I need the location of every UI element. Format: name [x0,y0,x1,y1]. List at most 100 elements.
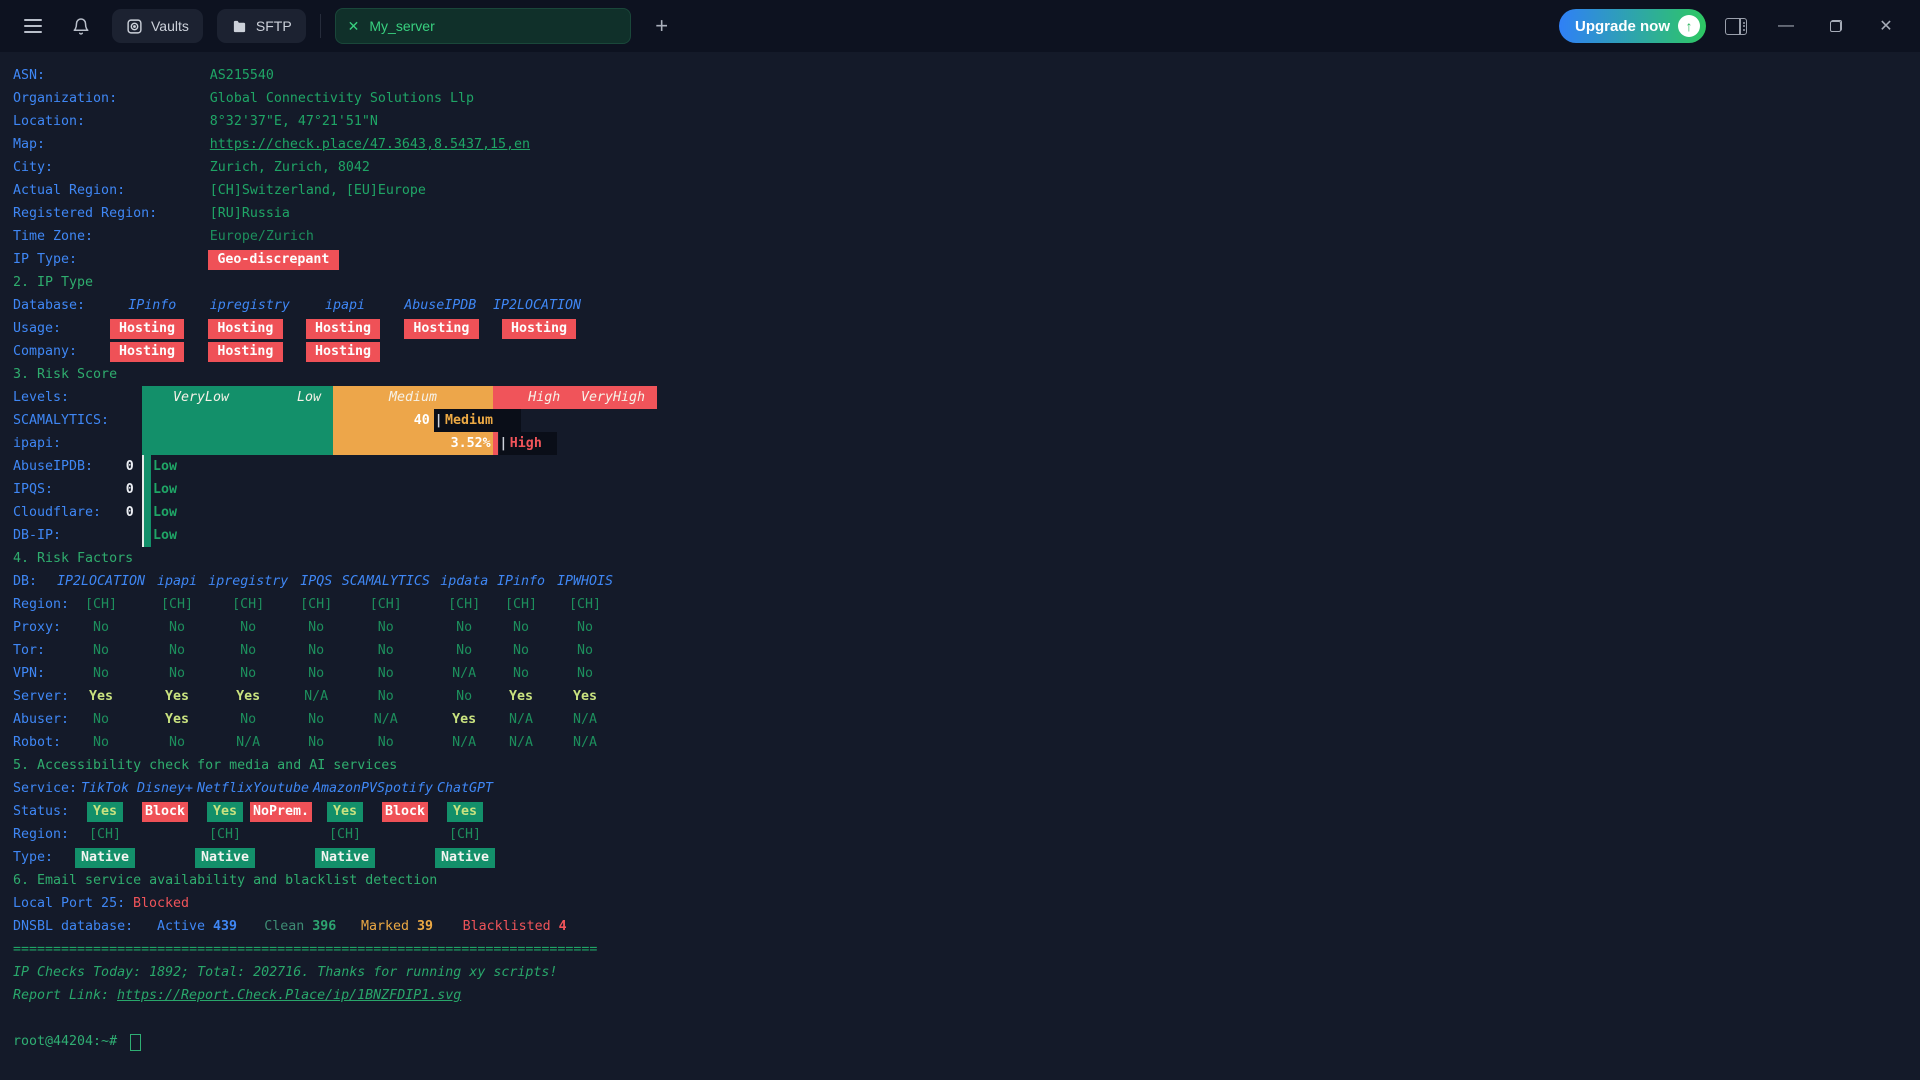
lbl-segment: AbuseIPDB: [13,455,93,478]
ib-segment: IP2LOCATION [493,294,581,317]
report-link[interactable]: https://Report.Check.Place/ip/1BNZFDIP1.… [117,984,461,1007]
database-header-row: Database:IPinfoipregistryipapiAbuseIPDBI… [0,294,1920,317]
region-row: Region:[CH][CH][CH][CH][CH][CH][CH][CH] [0,593,1920,616]
orangeb-segment: Medium [445,409,493,432]
ib-segment: IPinfo [497,570,545,593]
dim-segment: [CH] [557,593,613,616]
sftp-button[interactable]: SFTP [217,9,306,43]
prompt-row: root@44204:~# [0,1030,1920,1053]
lbl-segment: ipapi: [13,432,61,455]
ib-segment: IPQS [300,570,332,593]
robot-row: Robot:NoNoN/ANoNoN/AN/AN/A [0,731,1920,754]
new-tab-button[interactable]: + [645,9,679,43]
lbl-segment: Cloudflare: [13,501,101,524]
ipqs-score-row: IPQS:0Low [0,478,1920,501]
hosting-badge: Hosting [110,342,184,362]
dim-segment: N/A [436,662,492,685]
dim-segment: N/A [288,685,344,708]
upgrade-now-button[interactable]: Upgrade now ↑ [1559,9,1706,43]
vpn-row: VPN:NoNoNoNoNoN/ANoNo [0,662,1920,685]
dim-segment: No [358,616,414,639]
lbl-segment: City: [13,156,53,179]
dim-segment: [CH] [288,593,344,616]
lbl-segment: Robot: [13,731,61,754]
status-row: Status:YesBlockYesNoPrem.YesBlockYes [0,800,1920,823]
dim-segment: No [436,616,492,639]
port25-row: Local Port 25:Blocked [0,892,1920,915]
ib-segment: ipapi [325,294,365,317]
lbl-segment: Database: [13,294,85,317]
notifications-button[interactable] [64,9,98,43]
bartx-segment: High [528,386,560,409]
dim-segment: [CH] [73,593,129,616]
dim-segment: No [220,708,276,731]
hdr-segment: 2. IP Type [13,271,93,294]
dim-segment: No [73,662,129,685]
abuseipdb-score-row: AbuseIPDB:0Low [0,455,1920,478]
native-badge: Native [195,848,254,868]
tor-row: Tor:NoNoNoNoNoNoNoNo [0,639,1920,662]
wht-segment: 0 [126,478,134,501]
lbl-segment: VPN: [13,662,45,685]
bar-r-segment [493,432,498,455]
close-button[interactable]: ✕ [1866,9,1906,43]
dim-segment: [CH] [149,593,205,616]
dim-segment: No [358,731,414,754]
dim-segment: Europe/Zurich [210,225,314,248]
lbl-segment: DB-IP: [13,524,61,547]
pipe-segment: | [435,409,443,432]
dim-segment: [CH] [220,593,276,616]
ib-segment: SCAMALYTICS [342,570,430,593]
section-3-header: 3. Risk Score [0,363,1920,386]
type-row: Type:NativeNativeNativeNative [0,846,1920,869]
ib-segment: ipapi [157,570,197,593]
server-tab[interactable]: ✕ My_server [335,8,631,44]
tab-label: My_server [369,18,434,34]
section-4-header: 4. Risk Factors [0,547,1920,570]
hosting-badge: Hosting [502,319,576,339]
hosting-badge: Hosting [306,342,380,362]
vaults-label: Vaults [151,18,189,34]
lbl-segment: Time Zone: [13,225,93,248]
dim-segment: N/A [557,708,613,731]
dim-segment: No [73,639,129,662]
slv-segment [142,501,151,524]
hosting-badge: Hosting [110,319,184,339]
dim-segment: No [358,662,414,685]
lbl-segment: Abuser: [13,708,69,731]
dim-segment: N/A [557,731,613,754]
terminal-output[interactable]: ASN:AS215540Organization:Global Connecti… [0,52,1920,1080]
time-zone-line: Time Zone: Europe/Zurich [0,225,1920,248]
orangeb-segment: 39 [417,915,433,938]
vaults-button[interactable]: Vaults [112,9,203,43]
minimize-button[interactable]: — [1766,9,1806,43]
dim-segment: No [73,616,129,639]
dim-segment: No [358,685,414,708]
val-segment: Global Connectivity Solutions Llp [210,87,474,110]
asn-line: ASN:AS215540 [0,64,1920,87]
hosting-badge: Hosting [306,319,380,339]
dim-segment: [CH] [317,823,373,846]
hamburger-menu-button[interactable] [16,9,50,43]
maximize-restore-button[interactable] [1816,9,1856,43]
redtx-segment: Blacklisted [463,915,551,938]
map-link[interactable]: https://check.place/47.3643,8.5437,15,en [210,133,530,156]
bell-icon [72,17,90,36]
dnsbl-row: DNSBL database:Active439Clean396Marked39… [0,915,1920,938]
dim-segment: No [220,662,276,685]
barnum-segment: 3.52% [451,432,491,455]
lbl-segment: Company: [13,340,77,363]
tab-close-icon[interactable]: ✕ [348,19,360,33]
lbl-segment: Map: [13,133,45,156]
dim-segment: No [557,662,613,685]
panel-toggle-button[interactable] [1716,9,1756,43]
lblb-segment: 439 [213,915,237,938]
registered-region-line: Registered Region:[RU]Russia [0,202,1920,225]
vault-icon [126,18,143,35]
dim-segment: No [288,639,344,662]
geo-discrepant-badge: Geo-discrepant [208,250,338,270]
db-header-row: DB:IP2LOCATIONipapiipregistryIPQSSCAMALY… [0,570,1920,593]
barnum-segment: 40 [414,409,430,432]
footer-stats-row: IP Checks Today: 1892; Total: 202716. Th… [0,961,1920,984]
cleanb-segment: 396 [312,915,336,938]
